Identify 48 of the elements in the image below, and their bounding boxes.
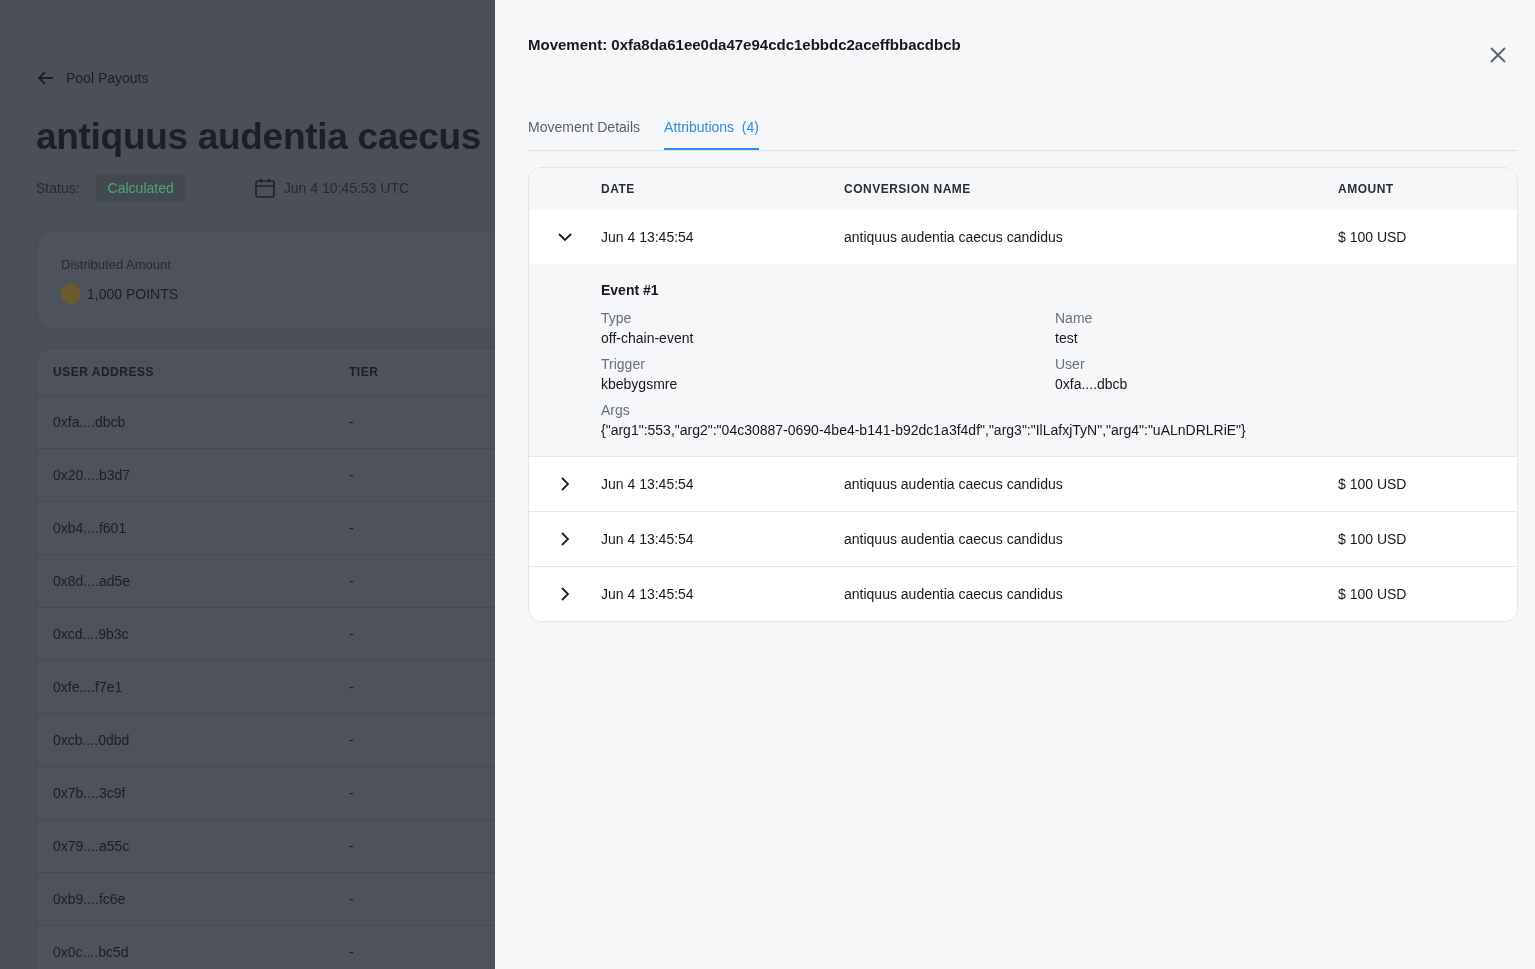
table-cell-text: -: [349, 467, 355, 483]
table-cell-text: Jun 4 13:45:54: [601, 586, 695, 602]
table-cell-text: Jun 4 13:45:54: [601, 531, 695, 547]
calendar-icon: [253, 177, 276, 199]
table-cell-text: $ 100 USD: [1338, 531, 1408, 547]
table-cell-text: antiquus audentia caecus candidus: [844, 531, 1064, 547]
table-cell-text: Jun 4 13:45:54: [601, 476, 695, 492]
column-header: CONVERSION NAME: [844, 182, 972, 196]
table-cell-text: -: [349, 626, 355, 642]
chevron-icon[interactable]: [558, 477, 572, 491]
table-cell-text: -: [349, 944, 355, 960]
field-value: 0xfa....dbcb: [1055, 376, 1129, 392]
table-cell-text: -: [349, 732, 355, 748]
status-badge: Calculated: [95, 174, 186, 202]
table-cell-text: $ 100 USD: [1338, 229, 1408, 245]
table-cell-text: -: [349, 414, 355, 430]
field-label: Trigger: [601, 356, 646, 372]
field-label: Type: [601, 310, 633, 326]
event-heading: Event #1: [601, 282, 660, 298]
field-label: Name: [1055, 310, 1094, 326]
chevron-icon[interactable]: [558, 230, 572, 244]
table-cell-text: antiquus audentia caecus candidus: [844, 229, 1064, 245]
table-cell-text: -: [349, 785, 355, 801]
chevron-icon[interactable]: [558, 532, 572, 546]
table-cell-text: $ 100 USD: [1338, 586, 1408, 602]
field-value: off-chain-event: [601, 330, 695, 346]
table-cell-text: $ 100 USD: [1338, 476, 1408, 492]
table-cell-text: Jun 4 13:45:54: [601, 229, 695, 245]
column-header: AMOUNT: [1338, 182, 1395, 196]
tab[interactable]: Attributions (4): [664, 119, 759, 150]
coin-icon: [61, 284, 81, 304]
field-value: test: [1055, 330, 1079, 346]
field-label: User: [1055, 356, 1086, 372]
table-cell-text: antiquus audentia caecus candidus: [844, 476, 1064, 492]
drawer-title: Movement: 0xfa8da61ee0da47e94cdc1ebbdc2aceffbbacdbcb: [528, 36, 961, 55]
column-header: DATE: [601, 182, 636, 196]
table-cell-text: -: [349, 838, 355, 854]
field-value: kbebygsmre: [601, 376, 679, 392]
tab[interactable]: Movement Details: [528, 119, 641, 150]
field-value: {"arg1":553,"arg2":"04c30887-0690-4be4-b141-b92dc1a3f4df","arg3":"IlLafxjTyN","arg4":"uALnDRLRiE"}: [601, 422, 1247, 438]
close-icon[interactable]: [1490, 47, 1506, 63]
table-cell-text: -: [349, 520, 355, 536]
chevron-icon[interactable]: [558, 587, 572, 601]
table-cell-text: -: [349, 891, 355, 907]
table-cell-text: antiquus audentia caecus candidus: [844, 586, 1064, 602]
field-label: Args: [601, 402, 631, 418]
table-cell-text: -: [349, 573, 355, 589]
table-cell-text: -: [349, 679, 355, 695]
